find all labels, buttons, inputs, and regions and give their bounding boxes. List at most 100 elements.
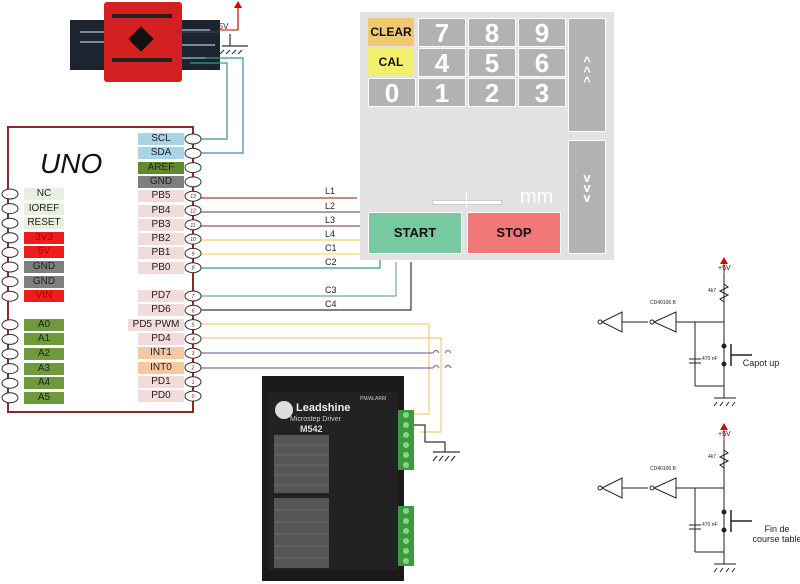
left-pin-label: IOREF [24,202,64,215]
left-pin-connector [1,276,19,288]
ground-icon [219,34,248,55]
pin-number: 8 [192,266,195,272]
left-pin-label: A0 [24,318,64,331]
left-pin-label: A4 [24,377,64,390]
pin-number: 7 [192,294,195,300]
left-pin-label: GND [24,275,64,288]
clear-button[interactable]: CLEAR [368,18,414,46]
wire-label-l4: L4 [325,229,336,239]
key-6[interactable]: 6 [518,48,566,77]
right-pin-label: PD0 [138,390,184,403]
left-pin-connector [1,188,19,200]
key-3[interactable]: 3 [518,78,566,107]
resistor-label: 4k7 [708,288,717,294]
left-pin-connector [1,203,19,215]
down-button[interactable]: vvv [568,140,606,254]
driver-model: M542 [300,424,323,434]
left-pin-label: RESET [24,217,64,230]
right-pin-label: SCL [138,133,184,145]
cal-button[interactable]: CAL [368,48,414,76]
right-pin-label: PB4 [138,204,184,217]
wire-c2 [196,258,381,269]
ground-icon [432,451,460,462]
right-pin-connector [184,176,202,188]
wire-label-c3: C3 [325,285,337,295]
pin-number: 6 [192,308,195,314]
pin-number: 0 [192,394,195,400]
debounce-circuit-1 [597,257,752,407]
left-pin-connector [1,377,19,389]
key-7[interactable]: 7 [418,18,466,47]
wire-c4 [196,262,412,311]
right-pin-label: PB1 [138,247,184,260]
left-pin-connector [1,261,19,273]
pin-number: 5 [192,323,195,329]
sensor-board [70,2,220,82]
supply-label: +5V [718,431,731,438]
wire-label-l1: L1 [325,186,336,196]
left-pin-label: A1 [24,333,64,346]
stop-button[interactable]: STOP [467,212,561,254]
left-pin-label: A2 [24,348,64,360]
wire-c3 [196,262,397,297]
right-pin-label: SDA [138,147,184,160]
right-pin-label: PB5 [138,190,184,203]
right-pin-label: PB0 [138,261,184,274]
wire-label-c2: C2 [325,257,337,267]
pin-number: 12 [190,209,196,215]
up-button[interactable]: ^ ^ ^ [568,18,606,132]
key-4[interactable]: 4 [418,48,466,77]
capacitor-label: 470 nF [702,356,718,362]
wire-label-l2: L2 [325,201,336,211]
left-pin-connector [1,333,19,345]
right-pin-label: PB2 [138,233,184,246]
right-pin-connector [184,162,202,174]
right-pin-label: GND [138,175,184,188]
debounce-circuit-2 [597,423,752,573]
resistor-label: 4k7 [708,454,717,460]
driver-header: PM/ALARM [360,396,387,402]
right-pin-label: PB3 [138,218,184,231]
pin-number: 11 [190,223,195,229]
board-title: UNO [40,148,103,179]
left-pin-label: 3V3 [24,231,64,244]
pin-number: 13 [190,194,196,200]
distance-field[interactable] [432,200,502,205]
key-5[interactable]: 5 [468,48,516,77]
left-pin-label: NC [24,188,64,200]
left-pin-label: 5V [24,246,64,259]
left-pin-label: GND [24,261,64,273]
left-pin-connector [1,392,19,404]
left-pin-connector [1,290,19,302]
wire-label-l3: L3 [325,215,336,225]
key-8[interactable]: 8 [468,18,516,47]
switch-label: Capot up [742,358,780,368]
right-pin-label: INT0 [138,361,184,374]
left-pin-label: VIN [24,290,64,303]
right-pin-label: AREF [138,161,184,174]
right-pin-label: PD7 [138,290,184,302]
start-button[interactable]: START [368,212,462,254]
driver-subtitle: Microstep Driver [290,416,341,423]
left-pin-connector [1,246,19,258]
driver-brand: Leadshine [296,402,351,414]
key-0[interactable]: 0 [368,78,416,107]
key-1[interactable]: 1 [418,78,466,107]
right-pin-label: INT1 [138,347,184,360]
right-pin-label: PD4 [138,332,184,345]
switch-label: Fin de course table [752,524,800,544]
pin-number: 2 [191,366,195,372]
right-pin-connector [184,147,202,159]
right-pin-label: PD5 PWM [128,318,184,331]
supply-label: +5V [718,265,731,272]
right-pin-connector [184,133,202,145]
wire-label-c4: C4 [325,299,337,309]
key-2[interactable]: 2 [468,78,516,107]
unit-label: mm [520,186,554,208]
sensor-supply-label: +5V [214,22,229,31]
chip-label: CD40106 B [650,300,676,306]
left-pin-connector [1,348,19,360]
distance-cursor [466,192,467,208]
key-9[interactable]: 9 [518,18,566,47]
keypad-panel: CLEAR CAL 789 456 0123 ^ ^ ^ vvv mm START ST… [360,12,614,260]
